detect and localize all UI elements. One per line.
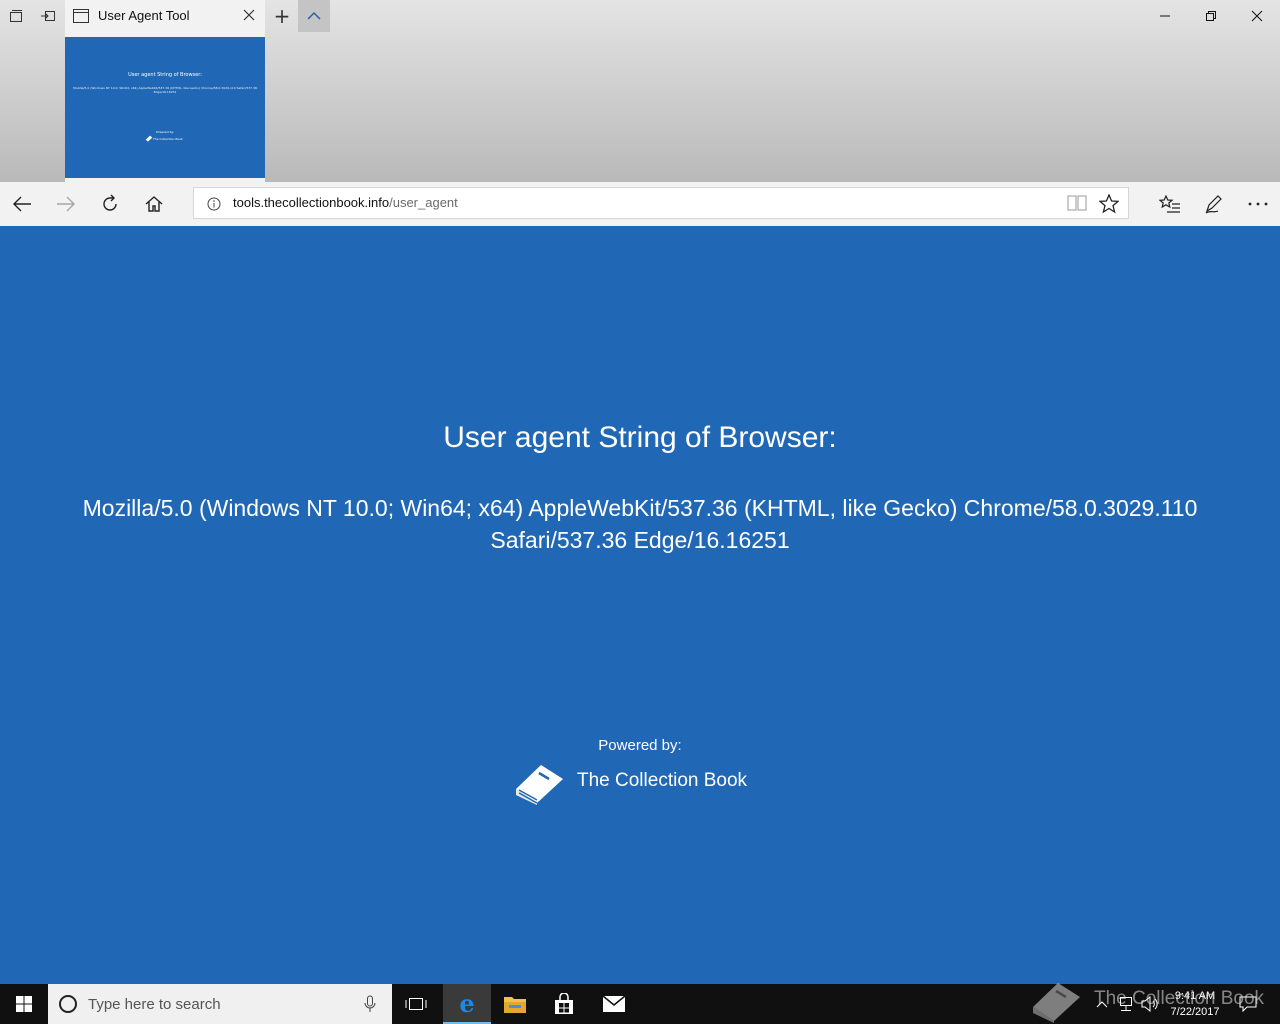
arrow-left-icon (13, 196, 31, 212)
powered-by-label: Powered by: (598, 737, 682, 754)
search-placeholder: Type here to search (88, 996, 221, 1013)
page-icon (73, 9, 89, 23)
tab-manager-button[interactable] (0, 0, 32, 32)
set-aside-icon (41, 11, 55, 21)
page-content: User agent String of Browser: Mozilla/5.… (0, 226, 1280, 984)
new-tab-button[interactable]: + (266, 0, 298, 32)
preview-powered-by: Powered by: (155, 130, 175, 134)
forward-button[interactable] (44, 182, 88, 226)
user-agent-string: Mozilla/5.0 (Windows NT 10.0; Win64; x64… (82, 495, 1198, 553)
task-view-button[interactable] (392, 984, 440, 1024)
restore-button[interactable] (1188, 0, 1234, 32)
arrow-right-icon (57, 196, 75, 212)
brand-name: The Collection Book (577, 770, 748, 791)
url-text[interactable]: tools.thecollectionbook.info/user_agent (233, 195, 458, 210)
book-icon (516, 765, 563, 805)
tabs-aside-icon (10, 10, 22, 22)
restore-icon (1206, 11, 1216, 21)
tab-strip: User Agent Tool User agent String of Bro… (0, 0, 1280, 182)
close-tab-icon[interactable] (241, 7, 257, 23)
tab-preview-thumbnail[interactable]: User agent String of Browser: Mozilla/5.… (65, 37, 265, 178)
hide-tab-previews-button[interactable] (298, 0, 330, 32)
tab-header[interactable]: User Agent Tool (65, 0, 265, 34)
refresh-button[interactable] (88, 182, 132, 226)
cortana-icon (59, 995, 77, 1013)
watermark: The Collection Book (1030, 976, 1265, 1023)
mail-icon (602, 995, 626, 1012)
taskbar-mail[interactable] (590, 984, 638, 1024)
more-menu-button[interactable] (1236, 182, 1280, 226)
ellipsis-icon (1248, 202, 1268, 206)
web-note-button[interactable] (1192, 182, 1236, 226)
close-icon (1251, 10, 1263, 22)
site-info-icon[interactable] (207, 197, 221, 211)
taskbar-file-explorer[interactable] (491, 984, 539, 1024)
taskbar-store[interactable] (540, 984, 588, 1024)
task-view-icon (405, 998, 427, 1010)
preview-brand: The Collection Book (153, 137, 183, 141)
reading-view-icon[interactable] (1067, 194, 1087, 212)
start-button[interactable] (0, 984, 48, 1024)
page-title: User agent String of Browser: (443, 421, 837, 454)
url-host: tools.thecollectionbook.info (233, 195, 390, 210)
chevron-up-icon (307, 11, 321, 20)
folder-icon (504, 997, 526, 1013)
brand-link[interactable]: The Collection Book (513, 756, 747, 806)
windows-logo-icon (16, 996, 32, 1012)
back-button[interactable] (0, 182, 44, 226)
watermark-text: The Collection Book (1094, 988, 1265, 1009)
tab-user-agent-tool[interactable]: User Agent Tool User agent String of Bro… (65, 0, 265, 182)
navigation-bar: tools.thecollectionbook.info/user_agent (0, 182, 1280, 226)
preview-user-agent: Mozilla/5.0 (Windows NT 10.0; Win64; x64… (73, 86, 257, 94)
store-bag-icon (555, 993, 573, 1014)
minimize-icon (1160, 15, 1170, 17)
edge-icon: e (459, 988, 475, 1018)
favorites-hub-button[interactable] (1148, 182, 1192, 226)
preview-book-icon (145, 135, 153, 142)
address-bar[interactable]: tools.thecollectionbook.info/user_agent (193, 187, 1129, 219)
plus-icon: + (273, 4, 291, 28)
pen-icon (1205, 195, 1222, 214)
taskbar-edge[interactable]: e (443, 984, 491, 1024)
set-aside-tabs-button[interactable] (32, 0, 64, 32)
favorite-star-icon[interactable] (1099, 194, 1119, 214)
favorites-list-icon (1159, 195, 1180, 213)
home-icon (145, 196, 163, 212)
minimize-button[interactable] (1142, 0, 1188, 32)
taskbar-search-box[interactable]: Type here to search (48, 984, 392, 1024)
tab-title: User Agent Tool (98, 8, 190, 23)
url-path: /user_agent (389, 195, 458, 210)
watermark-book-icon (1033, 983, 1080, 1023)
microphone-icon[interactable] (364, 995, 376, 1013)
preview-heading: User agent String of Browser: (128, 72, 202, 78)
close-window-button[interactable] (1234, 0, 1280, 32)
refresh-icon (103, 194, 117, 211)
home-button[interactable] (132, 182, 176, 226)
